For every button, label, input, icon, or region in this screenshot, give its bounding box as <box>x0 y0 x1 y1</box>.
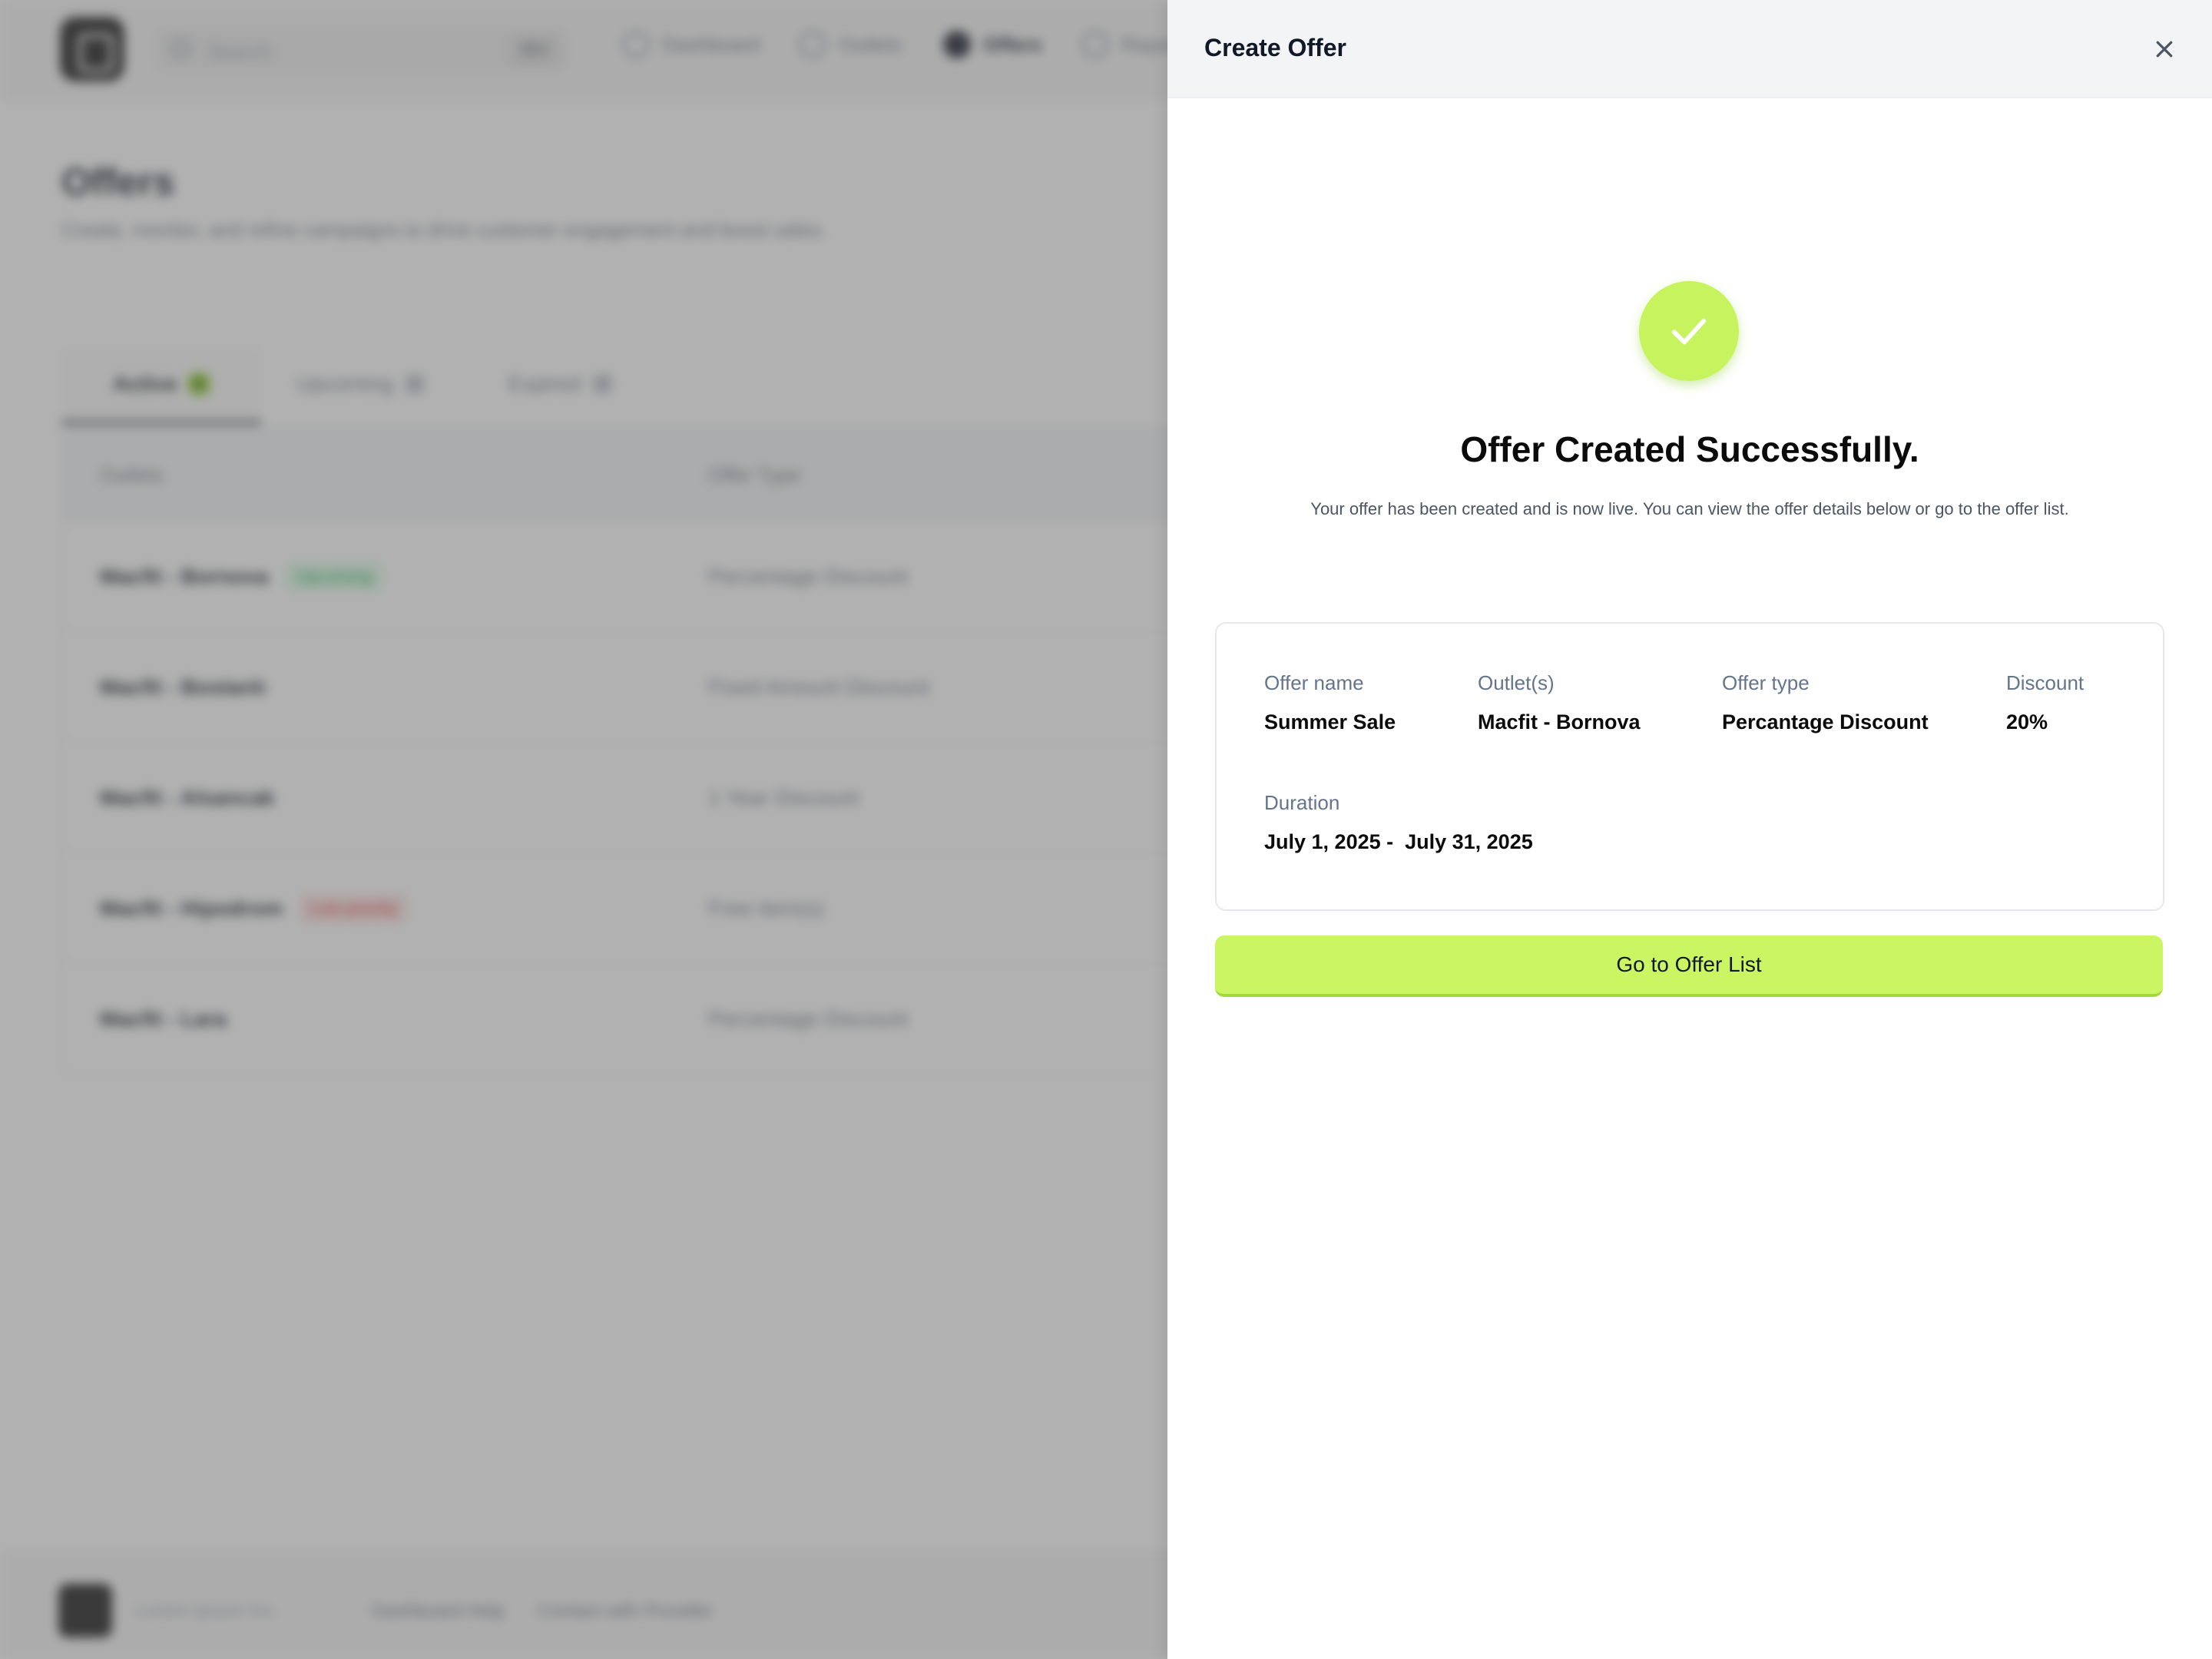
detail-label: Offer name <box>1264 671 1364 694</box>
detail-offer-name: Offer name Summer Sale <box>1264 671 1396 734</box>
close-button[interactable] <box>2144 29 2184 69</box>
go-to-offer-list-button[interactable]: Go to Offer List <box>1215 935 2163 997</box>
detail-value: Percantage Discount <box>1722 710 1929 733</box>
close-icon <box>2156 41 2173 58</box>
success-badge <box>1639 281 1739 381</box>
drawer-title: Create Offer <box>1204 34 1346 61</box>
detail-duration: Duration July 1, 2025 - July 31, 2025 <box>1264 791 1533 854</box>
detail-label: Outlet(s) <box>1478 671 1555 694</box>
detail-label: Duration <box>1264 791 1340 814</box>
modal-backdrop[interactable] <box>0 0 1167 1659</box>
detail-label: Offer type <box>1722 671 1810 694</box>
offer-details-card: Offer name Summer Sale Outlet(s) Macfit … <box>1215 622 2164 911</box>
checkmark-icon <box>1671 318 1707 345</box>
detail-label: Discount <box>2006 671 2085 694</box>
detail-outlets: Outlet(s) Macfit - Bornova <box>1478 671 1641 734</box>
drawer-header: Create Offer <box>1167 0 2212 98</box>
detail-offer-type: Offer type Percantage Discount <box>1722 671 1929 734</box>
detail-value: July 1, 2025 - July 31, 2025 <box>1264 830 1533 853</box>
create-offer-drawer: Create Offer Offer Created Successfully.… <box>1167 0 2212 1659</box>
detail-value: 20% <box>2006 710 2048 733</box>
success-title: Offer Created Successfully. <box>1460 429 1919 469</box>
success-description: Your offer has been created and is now l… <box>1310 499 2069 518</box>
detail-value: Macfit - Bornova <box>1478 710 1641 733</box>
detail-value: Summer Sale <box>1264 710 1396 733</box>
detail-discount: Discount 20% <box>2006 671 2084 734</box>
